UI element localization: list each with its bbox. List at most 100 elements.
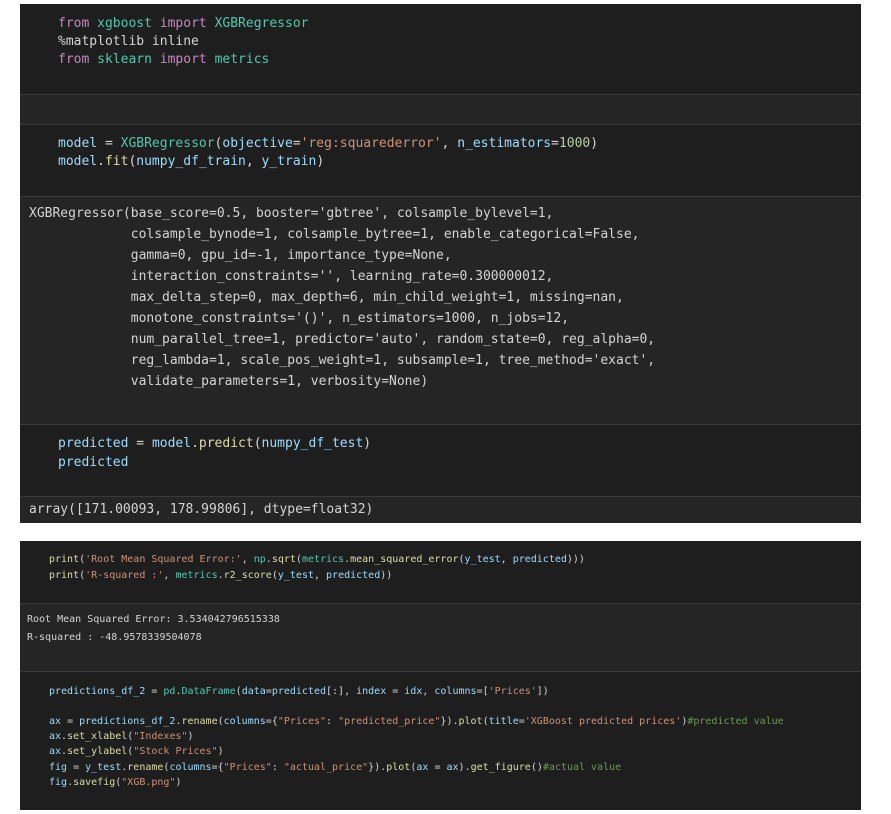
argument: numpy_df_train [136,154,246,169]
paren: ) [187,731,194,742]
comma: , [245,154,262,169]
output-line: XGBRegressor(base_score=0.5, booster='gb… [29,206,554,221]
argument: objective [222,136,293,151]
dot: . [191,436,199,451]
comma: , [500,554,513,565]
output-line: array([171.00093, 178.99806], dtype=floa… [29,502,374,517]
code-line: from xgboost import XGBRegressor [58,15,308,33]
method-name: savefig [73,777,116,788]
output-line: reg_lambda=1, scale_pos_weight=1, subsam… [29,353,656,368]
module-name: np [253,554,266,565]
method-name: get_figure [470,762,531,773]
output-model-repr: XGBRegressor(base_score=0.5, booster='gb… [20,196,861,425]
method-name: rename [181,716,218,727]
code-cell-plot[interactable]: predictions_df_2 = pd.DataFrame(data=pre… [20,671,861,810]
number-literal: 1000 [558,136,591,151]
code-line: %matplotlib inline [58,33,199,51]
notebook-panel-bottom: print('Root Mean Squared Error:', np.sqr… [20,541,861,810]
operator: = [292,136,301,151]
string-literal: 'XGBoost predicted prices' [524,716,682,727]
comma: , [163,570,176,581]
bracket: ]) [536,686,549,697]
module-name: metrics [175,570,218,581]
paren: () [530,762,543,773]
code-cell-model-fit[interactable]: model = XGBRegressor(objective='reg:squa… [20,124,861,197]
string-literal: "Stock Prices" [133,746,218,757]
argument: y_train [261,154,317,169]
comment: #predicted value [687,716,784,727]
keyword: import [159,52,207,67]
variable: y_test [85,762,122,773]
output-line: num_parallel_tree=1, predictor='auto', r… [29,332,656,347]
code-line: ax.set_xlabel("Indexes") [49,729,194,744]
output-line: max_delta_step=0, max_depth=6, min_child… [29,290,624,305]
string-literal: 'reg:squarederror' [300,136,442,151]
paren: ) [175,777,182,788]
module-name: metrics [301,554,345,565]
comma: , [441,136,458,151]
code-line: ax = predictions_df_2.rename(columns={"P… [49,714,784,729]
function-name: print [49,554,80,565]
code-cell-predict[interactable]: predicted = model.predict(numpy_df_test)… [20,424,861,497]
paren: ))) [566,554,585,565]
code-line: predicted [58,454,128,472]
comma: , [241,554,254,565]
comma: , [422,686,435,697]
argument: index [356,686,387,697]
argument: columns [169,762,212,773]
string-literal: 'Prices' [488,686,537,697]
variable: idx [404,686,423,697]
code-line: print('R-squared :', metrics.r2_score(y_… [49,568,392,583]
paren: )) [380,570,393,581]
operator: = [128,436,152,451]
argument: columns [434,686,477,697]
brace: }) [440,716,453,727]
code-line: model.fit(numpy_df_train, y_train) [58,153,324,171]
code-line: ax.set_ylabel("Stock Prices") [49,744,224,759]
variable: predicted [271,686,326,697]
variable: predicted [58,455,129,470]
variable: model [151,436,192,451]
colon: : [271,762,284,773]
operator: = [428,762,447,773]
code-line: model = XGBRegressor(objective='reg:squa… [58,135,598,153]
output-line: R-squared : -48.9578339504078 [27,632,202,643]
output-predict: array([171.00093, 178.99806], dtype=floa… [20,496,861,523]
operator: = [386,686,405,697]
string-literal: "actual_price" [283,762,369,773]
string-literal: "Prices" [223,762,272,773]
paren: ( [253,436,262,451]
output-line: Root Mean Squared Error: 3.5340427965153… [27,614,280,625]
output-line: interaction_constraints='', learning_rat… [29,269,554,284]
variable: ax [49,746,62,757]
code-cell-imports[interactable]: from xgboost import XGBRegressor %matplo… [20,4,861,94]
variable: ax [49,716,62,727]
code-cell-metrics[interactable]: print('Root Mean Squared Error:', np.sqr… [20,541,861,603]
notebook-panel-top: from xgboost import XGBRegressor %matplo… [20,4,861,523]
variable: predictions_df_2 [49,686,146,697]
method-name: plot [386,762,411,773]
string-literal: "predicted_price" [338,716,441,727]
class-name: XGBRegressor [214,16,309,31]
code-line: fig = y_test.rename(columns={"Prices": "… [49,760,621,775]
variable: y_test [277,570,314,581]
function-name: r2_score [223,570,272,581]
output-metrics: Root Mean Squared Error: 3.5340427965153… [20,603,861,672]
slice: [:] [326,686,345,697]
keyword: import [159,16,207,31]
argument: data [241,686,266,697]
class-name: XGBRegressor [120,136,215,151]
function-name: mean_squared_error [350,554,459,565]
colon: : [326,716,339,727]
operator: = [67,762,86,773]
string-literal: "Indexes" [133,731,188,742]
paren: ) [590,136,599,151]
operator: = [97,136,121,151]
class-name: DataFrame [181,686,236,697]
paren: ) [316,154,325,169]
dot: . [97,154,105,169]
variable: y_test [464,554,501,565]
output-line: validate_parameters=1, verbosity=None) [29,374,429,389]
function-name: print [49,570,80,581]
variable: model [58,154,98,169]
